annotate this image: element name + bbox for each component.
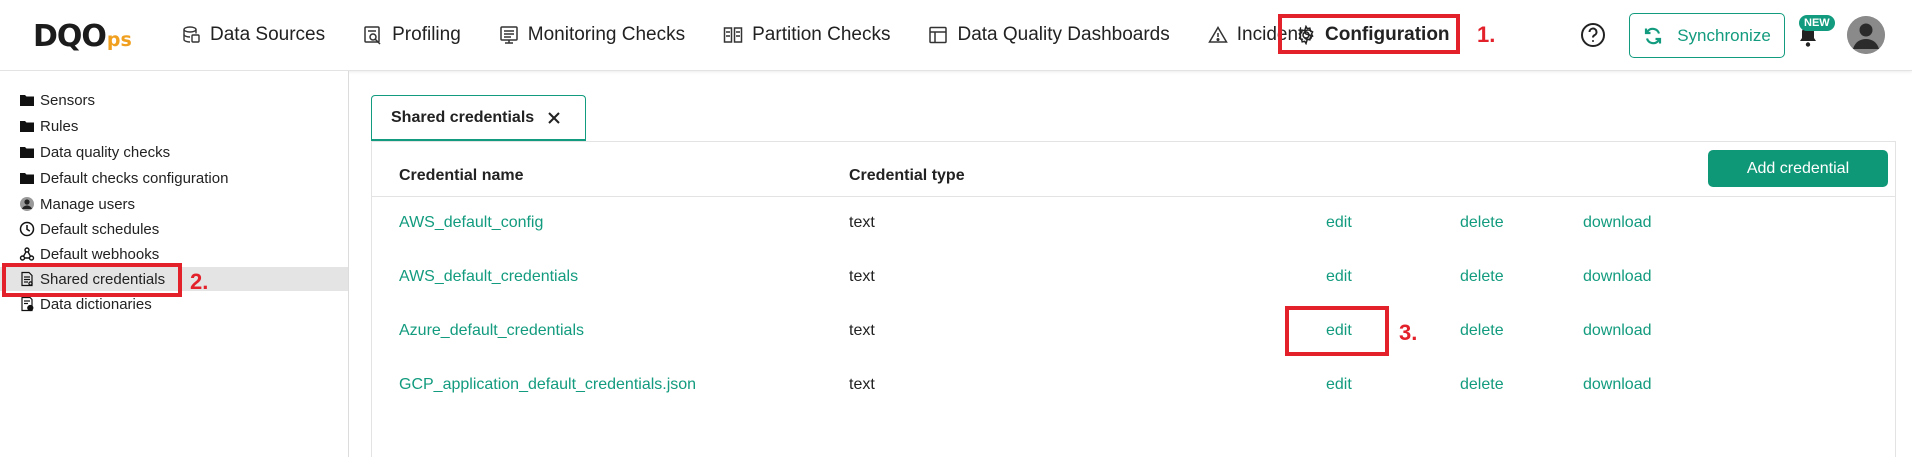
sync-icon	[1645, 27, 1662, 44]
sidebar-item-manage-users[interactable]: Manage users	[0, 192, 348, 216]
download-link[interactable]: download	[1583, 376, 1652, 394]
credential-name-link[interactable]: Azure_default_credentials	[399, 322, 584, 340]
highlight-box-edit	[1285, 306, 1389, 356]
delete-link[interactable]: delete	[1460, 376, 1504, 394]
credential-name-link[interactable]: AWS_default_credentials	[399, 268, 578, 286]
dictionary-icon	[21, 296, 34, 312]
top-header: DQO ps Data Sources Profiling Monitoring…	[0, 0, 1912, 71]
sidebar-item-rules[interactable]: Rules	[0, 114, 348, 138]
credential-type: text	[849, 322, 875, 339]
sidebar-item-label: Default webhooks	[40, 245, 160, 263]
sidebar-item-label: Default schedules	[40, 220, 160, 238]
edit-link[interactable]: edit	[1326, 214, 1352, 232]
avatar[interactable]	[1847, 16, 1885, 54]
warning-icon	[1207, 26, 1228, 43]
edit-link[interactable]: edit	[1326, 376, 1352, 394]
partition-icon	[723, 27, 743, 43]
sidebar-item-data-quality-checks[interactable]: Data quality checks	[0, 140, 348, 164]
edit-link[interactable]: edit	[1326, 268, 1352, 286]
tab-label: Shared credentials	[391, 109, 535, 126]
user-avatar-icon	[1847, 16, 1885, 54]
sidebar-item-default-checks-configuration[interactable]: Default checks configuration	[0, 166, 348, 190]
new-badge: NEW	[1799, 15, 1835, 31]
nav-label: Monitoring Checks	[527, 24, 686, 45]
sidebar-item-label: Sensors	[40, 91, 96, 109]
dqops-logo[interactable]: DQO ps	[33, 18, 132, 54]
nav-data-sources[interactable]: Data Sources	[181, 17, 325, 53]
step-label-2: 2.	[190, 269, 209, 294]
nav-label: Partition Checks	[752, 24, 891, 45]
sidebar-item-sensors[interactable]: Sensors	[0, 88, 348, 112]
download-link[interactable]: download	[1583, 268, 1652, 286]
webhook-icon	[19, 247, 35, 261]
logo-main-text: DQO	[33, 18, 107, 54]
step-label-1: 1.	[1477, 22, 1496, 47]
folder-icon	[20, 173, 34, 184]
synchronize-button[interactable]: Synchronize	[1629, 13, 1785, 58]
main-nav: Data Sources Profiling Monitoring Checks…	[181, 0, 1351, 70]
credential-type: text	[849, 376, 875, 393]
delete-link[interactable]: delete	[1460, 214, 1504, 232]
nav-label: Data Quality Dashboards	[957, 24, 1170, 45]
sync-label: Synchronize	[1677, 25, 1771, 45]
user-icon	[20, 197, 34, 211]
add-credential-button[interactable]: Add credential	[1708, 150, 1888, 187]
database-icon	[183, 26, 200, 43]
sidebar-item-label: Data dictionaries	[40, 295, 152, 313]
column-header-credential-type: Credential type	[849, 167, 965, 184]
sidebar-item-label: Rules	[40, 117, 79, 135]
credential-name-link[interactable]: GCP_application_default_credentials.json	[399, 376, 696, 394]
nav-label: Profiling	[392, 24, 461, 45]
download-link[interactable]: download	[1583, 322, 1652, 340]
download-link[interactable]: download	[1583, 214, 1652, 232]
credential-type: text	[849, 214, 875, 231]
step-label-3: 3.	[1399, 320, 1418, 345]
folder-icon	[20, 95, 34, 106]
sidebar-item-label: Data quality checks	[40, 143, 171, 161]
delete-link[interactable]: delete	[1460, 268, 1504, 286]
help-icon[interactable]	[1580, 22, 1606, 48]
column-header-credential-name: Credential name	[399, 167, 524, 184]
folder-icon	[20, 121, 34, 132]
profiling-icon	[364, 26, 381, 45]
credentials-panel	[371, 141, 1896, 457]
delete-link[interactable]: delete	[1460, 322, 1504, 340]
header-divider	[372, 196, 1895, 197]
nav-label: Data Sources	[210, 24, 326, 45]
monitoring-icon	[500, 26, 518, 44]
credential-name-link[interactable]: AWS_default_config	[399, 214, 543, 232]
highlight-box-configuration	[1278, 14, 1460, 54]
sidebar-item-label: Manage users	[40, 195, 136, 213]
credential-type: text	[849, 268, 875, 285]
dashboard-icon	[929, 26, 948, 44]
tab-shared-credentials[interactable]: Shared credentials	[371, 95, 586, 140]
clock-icon	[19, 221, 35, 237]
sidebar-item-default-schedules[interactable]: Default schedules	[0, 217, 348, 241]
folder-icon	[20, 147, 34, 158]
nav-profiling[interactable]: Profiling	[363, 17, 461, 53]
nav-monitoring-checks[interactable]: Monitoring Checks	[499, 17, 685, 53]
logo-sub-text: ps	[106, 29, 132, 51]
nav-data-quality-dashboards[interactable]: Data Quality Dashboards	[928, 17, 1170, 53]
close-icon[interactable]	[543, 107, 565, 129]
sidebar-item-label: Default checks configuration	[40, 169, 229, 187]
nav-partition-checks[interactable]: Partition Checks	[723, 17, 890, 53]
highlight-box-shared-credentials	[2, 263, 182, 297]
